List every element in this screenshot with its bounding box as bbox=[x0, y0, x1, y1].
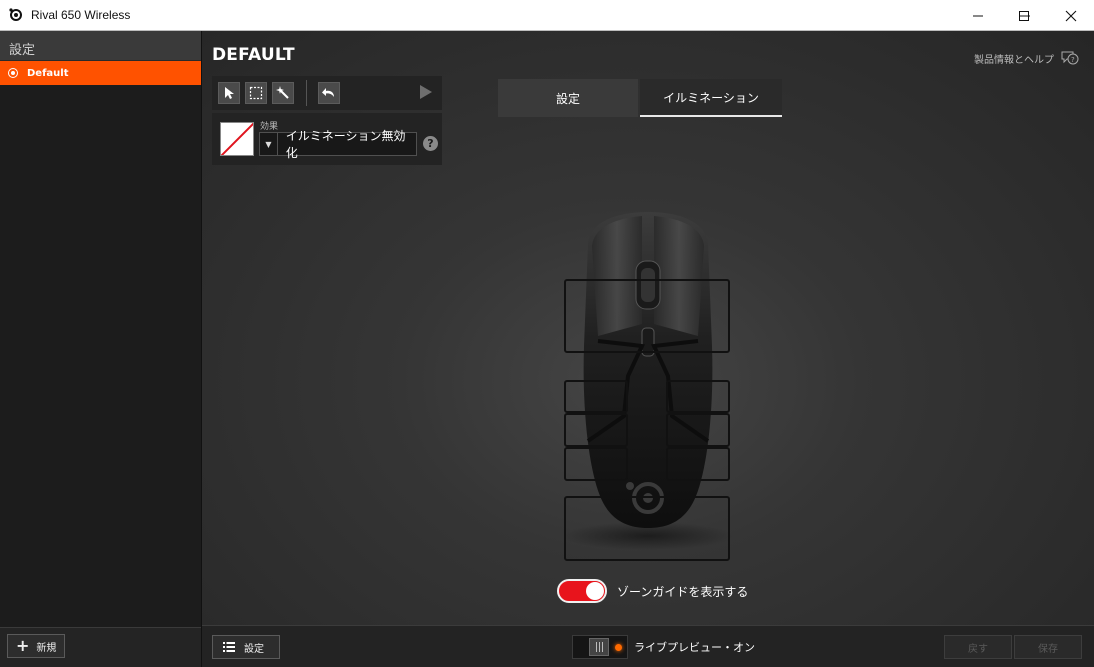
select-tool-button[interactable] bbox=[218, 82, 240, 104]
live-preview-switch[interactable] bbox=[572, 635, 628, 659]
bottom-bar: 設定 ライブプレビュー・オン 戻す 保存 bbox=[202, 625, 1094, 667]
revert-button[interactable]: 戻す bbox=[944, 635, 1012, 659]
main-panel: DEFAULT 製品情報とヘルプ ? 効果 ▼ イルミネーション無効化 ? 設定… bbox=[202, 31, 1094, 667]
zone-guide-toggle[interactable] bbox=[557, 579, 607, 603]
play-icon[interactable] bbox=[420, 85, 432, 99]
selected-radio-icon bbox=[8, 68, 18, 78]
chat-help-icon: ? bbox=[1061, 51, 1079, 65]
zone-rear-logo[interactable] bbox=[564, 496, 730, 561]
close-icon bbox=[1065, 10, 1077, 21]
plus-icon: + bbox=[16, 636, 30, 655]
new-profile-button[interactable]: + 新規 bbox=[7, 634, 65, 658]
effect-dropdown[interactable]: ▼ イルミネーション無効化 bbox=[259, 129, 417, 160]
sidebar-footer: + 新規 bbox=[0, 627, 201, 667]
profile-label: Default bbox=[27, 67, 69, 79]
window-title: Rival 650 Wireless bbox=[31, 8, 131, 22]
magic-wand-icon bbox=[276, 86, 289, 99]
edit-toolbar bbox=[212, 76, 442, 110]
marquee-select-icon bbox=[249, 86, 263, 100]
minimize-icon bbox=[973, 15, 983, 16]
zone-left-1[interactable] bbox=[564, 380, 628, 413]
settings-button[interactable]: 設定 bbox=[212, 635, 280, 659]
cursor-icon bbox=[225, 87, 234, 99]
effect-value: イルミネーション無効化 bbox=[285, 129, 406, 160]
tab-illumination[interactable]: イルミネーション bbox=[640, 79, 782, 117]
svg-text:?: ? bbox=[1071, 56, 1075, 64]
dropdown-arrow-icon: ▼ bbox=[260, 133, 278, 155]
close-button[interactable] bbox=[1048, 0, 1094, 31]
help-link[interactable]: 製品情報とヘルプ ? bbox=[974, 50, 1080, 66]
maximize-icon bbox=[1019, 10, 1029, 21]
help-question-icon[interactable]: ? bbox=[423, 136, 438, 151]
live-preview-control: ライブプレビュー・オン bbox=[572, 635, 755, 659]
list-icon bbox=[223, 642, 235, 652]
toolbar-divider bbox=[306, 80, 307, 106]
magic-wand-tool-button[interactable] bbox=[272, 82, 294, 104]
zone-right-1[interactable] bbox=[666, 380, 730, 413]
save-button[interactable]: 保存 bbox=[1014, 635, 1082, 659]
marquee-tool-button[interactable] bbox=[245, 82, 267, 104]
mouse-preview bbox=[558, 206, 738, 561]
toggle-knob bbox=[586, 582, 604, 600]
settings-button-label: 設定 bbox=[244, 643, 264, 655]
switch-grip-icon bbox=[589, 638, 609, 656]
sidebar: 設定 Default + 新規 bbox=[0, 31, 202, 667]
live-preview-label: ライブプレビュー・オン bbox=[634, 641, 755, 654]
effect-label: 効果 bbox=[260, 122, 279, 132]
maximize-button[interactable] bbox=[1001, 0, 1047, 31]
tab-settings[interactable]: 設定 bbox=[498, 79, 638, 117]
zone-front[interactable] bbox=[564, 279, 730, 353]
zone-guide-control: ゾーンガイドを表示する bbox=[557, 579, 748, 603]
zone-guide-label: ゾーンガイドを表示する bbox=[617, 584, 749, 599]
profile-item-default[interactable]: Default bbox=[0, 61, 201, 85]
help-link-label: 製品情報とヘルプ bbox=[974, 54, 1054, 66]
zone-right-3[interactable] bbox=[666, 447, 730, 481]
new-profile-label: 新規 bbox=[36, 642, 57, 654]
zone-left-3[interactable] bbox=[564, 447, 628, 481]
color-swatch-none[interactable] bbox=[220, 122, 254, 156]
sidebar-header: 設定 bbox=[0, 31, 201, 61]
page-title: DEFAULT bbox=[212, 45, 295, 65]
zone-left-2[interactable] bbox=[564, 413, 628, 447]
minimize-button-2[interactable] bbox=[955, 0, 1001, 31]
title-bar: Rival 650 Wireless bbox=[0, 0, 1094, 31]
undo-button[interactable] bbox=[318, 82, 340, 104]
effect-panel: 効果 ▼ イルミネーション無効化 ? bbox=[212, 113, 442, 165]
live-indicator-dot bbox=[615, 644, 622, 651]
steelseries-logo-icon bbox=[9, 8, 22, 21]
zone-right-2[interactable] bbox=[666, 413, 730, 447]
undo-icon bbox=[322, 88, 334, 97]
